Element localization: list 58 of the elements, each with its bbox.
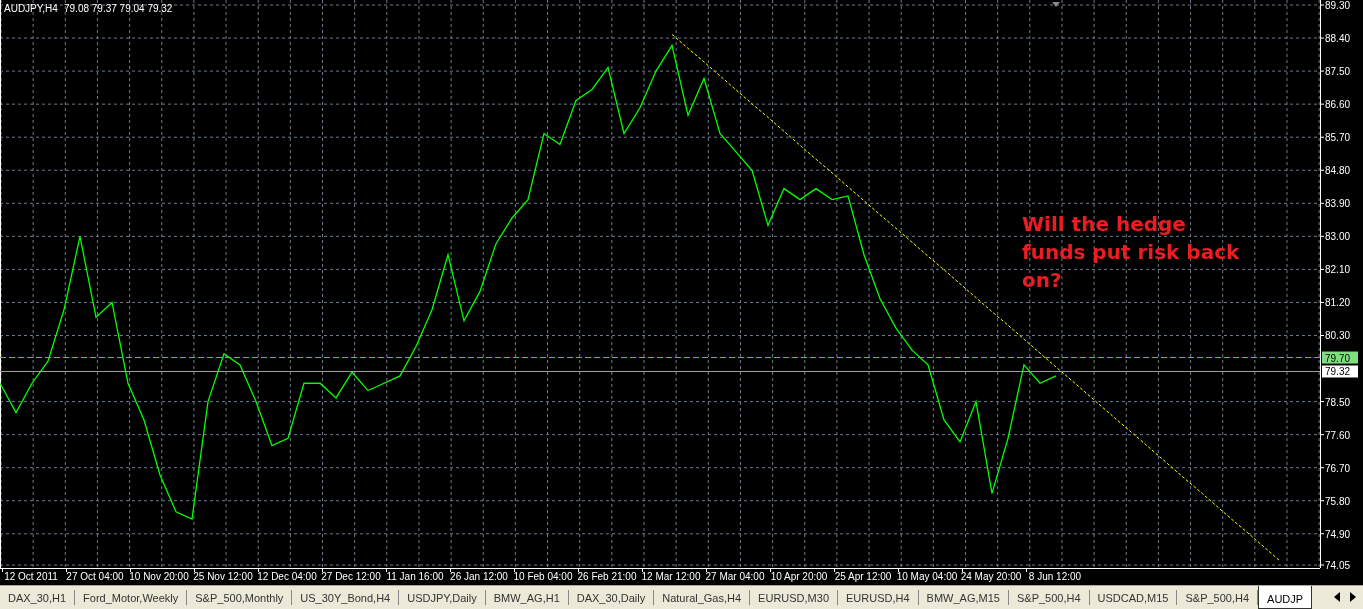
axis-tick-label: 26 Feb 21:00 xyxy=(577,571,637,582)
chart-tab[interactable]: S&P_500,H4 xyxy=(1008,590,1090,605)
axis-tick-label: 80.30 xyxy=(1325,330,1351,342)
axis-tick-label: 12 Oct 2011 xyxy=(4,571,58,582)
axis-tick-label: 27 Dec 12:00 xyxy=(321,571,381,582)
chart-tab[interactable]: DAX_30,H1 xyxy=(0,590,76,605)
ref-line-label: 79.32 xyxy=(1325,366,1351,378)
axis-tick-label: 24 May 20:00 xyxy=(960,571,1022,582)
axis-tick-label: 89.30 xyxy=(1325,0,1351,11)
axis-tick-label: 77.60 xyxy=(1325,429,1351,441)
chart-tab[interactable]: EURUSD,M30 xyxy=(750,590,838,605)
chart-tab[interactable]: AUDJP xyxy=(1258,586,1313,609)
chart-tab[interactable]: USDJPY,Daily xyxy=(399,590,486,605)
axis-tick-label: 84.80 xyxy=(1325,165,1351,177)
chart-tab[interactable]: US_30Y_Bond,H4 xyxy=(292,590,400,605)
axis-tick-label: 10 May 04:00 xyxy=(896,571,958,582)
axis-tick-label: 10 Apr 20:00 xyxy=(770,571,828,582)
axis-tick-label: 75.80 xyxy=(1325,495,1351,507)
chart-tab[interactable]: S&P_500,Monthly xyxy=(187,590,293,605)
axis-tick-label: 81.20 xyxy=(1325,297,1351,309)
chart-tab[interactable]: DAX_30,Daily xyxy=(568,590,655,605)
axis-tick-label: 12 Dec 04:00 xyxy=(257,571,317,582)
axis-tick-label: 10 Nov 20:00 xyxy=(129,571,189,582)
axis-tick-label: 82.10 xyxy=(1325,264,1351,276)
axis-tick-label: 27 Oct 04:00 xyxy=(66,571,124,582)
axis-tick-label: 83.00 xyxy=(1325,231,1351,243)
axis-tick-label: 25 Nov 12:00 xyxy=(193,571,253,582)
ohlc-values: 79.08 79.37 79.04 79.32 xyxy=(64,3,173,14)
ref-line-label: 79.70 xyxy=(1325,352,1351,364)
price-label: 79.70 xyxy=(1322,351,1358,364)
axis-tick-label: 86.60 xyxy=(1325,99,1351,111)
chart-tab[interactable]: USDCAD,M15 xyxy=(1089,590,1178,605)
scroll-right-icon[interactable] xyxy=(1349,592,1357,602)
axis-tick-label: 78.50 xyxy=(1325,396,1351,408)
chart-tab[interactable]: Ford_Motor,Weekly xyxy=(75,590,188,605)
axis-tick-label: 74.90 xyxy=(1325,528,1351,540)
chart-symbol: AUDJPY,H4 xyxy=(4,3,58,14)
axis-tick-label: 74.05 xyxy=(1325,560,1351,571)
chart-tab[interactable]: BMW_AG,H1 xyxy=(485,590,569,605)
axis-tick-label: 12 Mar 12:00 xyxy=(641,571,701,582)
chart-tab[interactable]: Natural_Gas,H4 xyxy=(654,590,751,605)
chart-tab[interactable]: BMW_AG,M15 xyxy=(918,590,1009,605)
axis-tick-label: 83.90 xyxy=(1325,198,1351,210)
axis-tick-label: 88.40 xyxy=(1325,33,1351,45)
axis-tick-label: 25 Apr 12:00 xyxy=(834,571,892,582)
axis-tick-label: 76.70 xyxy=(1325,462,1351,474)
shift-marker-icon[interactable] xyxy=(1052,2,1060,7)
axis-tick-label: 85.70 xyxy=(1325,132,1351,144)
scroll-left-icon[interactable] xyxy=(1333,592,1341,602)
chart-annotation: Will the hedge funds put risk back on? xyxy=(1022,211,1241,294)
axis-tick-label: 11 Jan 16:00 xyxy=(386,571,444,582)
axis-tick-label: 27 Mar 04:00 xyxy=(705,571,765,582)
price-label: 79.32 xyxy=(1322,365,1358,378)
axis-tick-label: 26 Jan 12:00 xyxy=(450,571,508,582)
chart-tab[interactable]: EURUSD,H4 xyxy=(838,590,919,605)
axis-tick-label: 87.50 xyxy=(1325,66,1351,78)
axis-tick-label: 10 Feb 04:00 xyxy=(513,571,573,582)
axis-tick-label: 8 Jun 12:00 xyxy=(1028,571,1082,582)
